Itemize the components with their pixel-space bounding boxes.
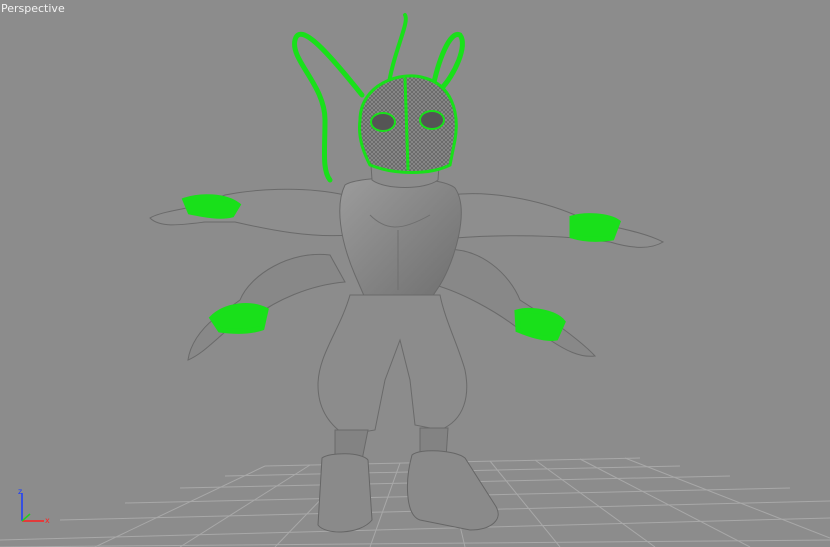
axis-z-label: z <box>18 487 22 496</box>
helmet-icon[interactable] <box>358 74 458 174</box>
viewport-scene: z x <box>0 13 830 547</box>
axis-x-label: x <box>45 516 50 525</box>
perspective-viewport[interactable]: Perspective z x <box>0 0 830 547</box>
axis-tripod-icon: z x <box>18 487 50 525</box>
